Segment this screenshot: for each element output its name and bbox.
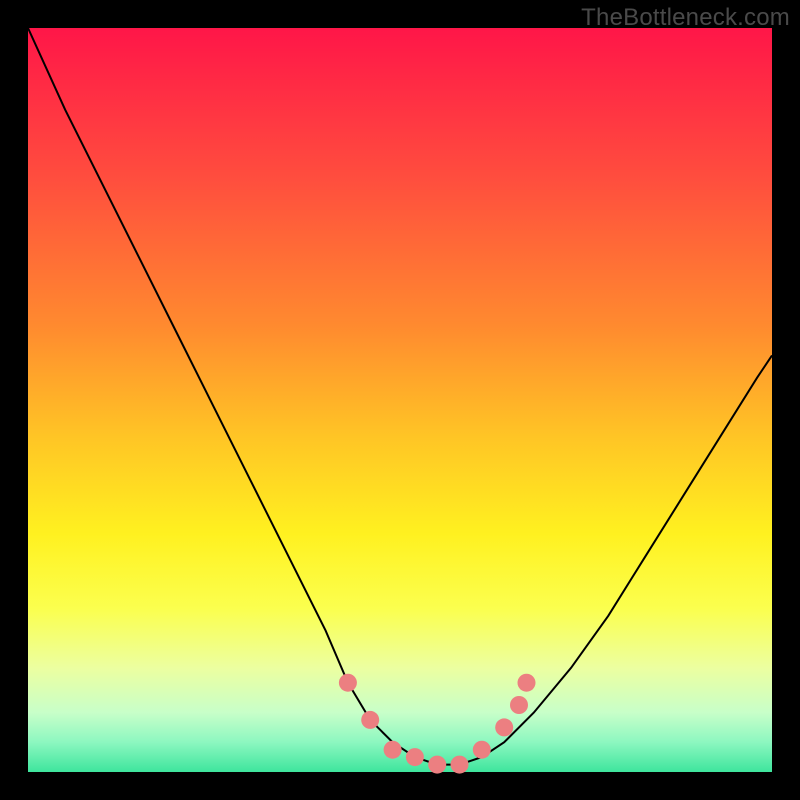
marker-dot xyxy=(510,696,528,714)
marker-dot xyxy=(339,674,357,692)
marker-dot xyxy=(518,674,536,692)
marker-dot xyxy=(495,718,513,736)
marker-dot xyxy=(428,756,446,774)
chart-frame: TheBottleneck.com xyxy=(0,0,800,800)
plot-background xyxy=(28,28,772,772)
marker-dot xyxy=(406,748,424,766)
marker-dot xyxy=(473,741,491,759)
marker-dot xyxy=(451,756,469,774)
watermark-text: TheBottleneck.com xyxy=(581,4,790,32)
marker-dot xyxy=(384,741,402,759)
marker-dot xyxy=(361,711,379,729)
bottleneck-chart xyxy=(0,0,800,800)
